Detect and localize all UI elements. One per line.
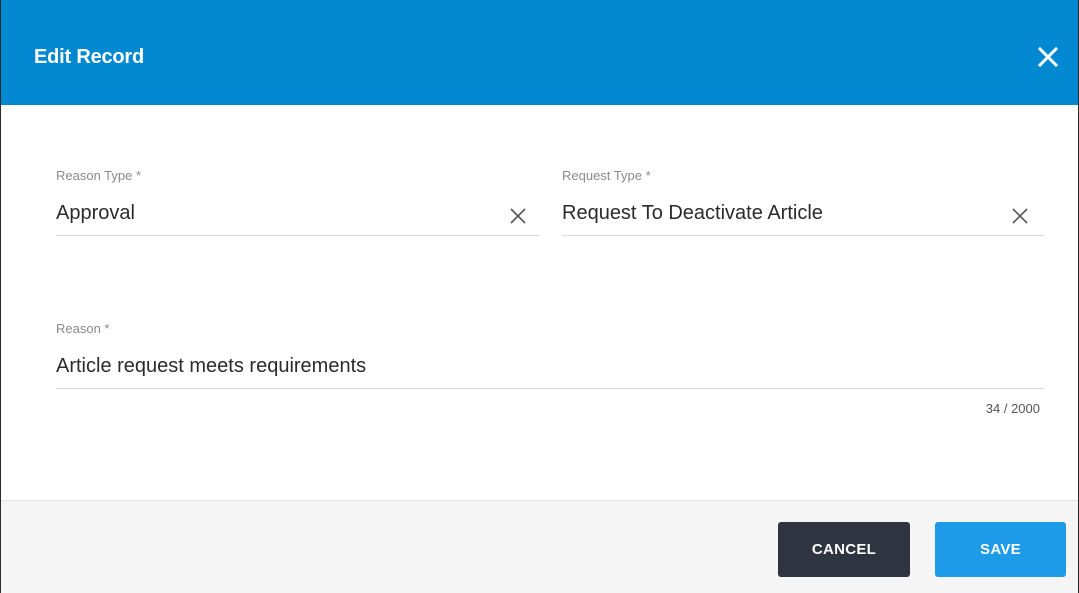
reason-value[interactable]: Article request meets requirements [56, 355, 366, 378]
dialog-header: Edit Record [1, 0, 1078, 105]
reason-label: Reason * [56, 321, 110, 336]
request-type-value[interactable]: Request To Deactivate Article [562, 202, 823, 225]
request-type-label: Request Type * [562, 168, 651, 183]
edit-record-dialog: Edit Record Reason Type * Approval Reque… [0, 0, 1079, 593]
reason-type-value[interactable]: Approval [56, 202, 135, 225]
reason-character-counter: 34 / 2000 [985, 401, 1040, 416]
request-type-field[interactable]: Request Type * Request To Deactivate Art… [562, 168, 1044, 238]
reason-field[interactable]: Reason * Article request meets requireme… [56, 321, 1044, 421]
reason-type-underline [56, 235, 539, 236]
reason-underline [56, 388, 1044, 389]
reason-type-field[interactable]: Reason Type * Approval [56, 168, 539, 238]
request-type-underline [562, 235, 1044, 236]
dialog-footer [1, 501, 1078, 593]
reason-type-clear-icon[interactable] [508, 206, 528, 226]
save-button[interactable]: SAVE [935, 522, 1066, 577]
dialog-title: Edit Record [34, 46, 145, 68]
reason-type-label: Reason Type * [56, 168, 142, 183]
cancel-button[interactable]: CANCEL [778, 522, 910, 577]
close-icon[interactable] [1036, 45, 1060, 69]
request-type-clear-icon[interactable] [1010, 206, 1030, 226]
